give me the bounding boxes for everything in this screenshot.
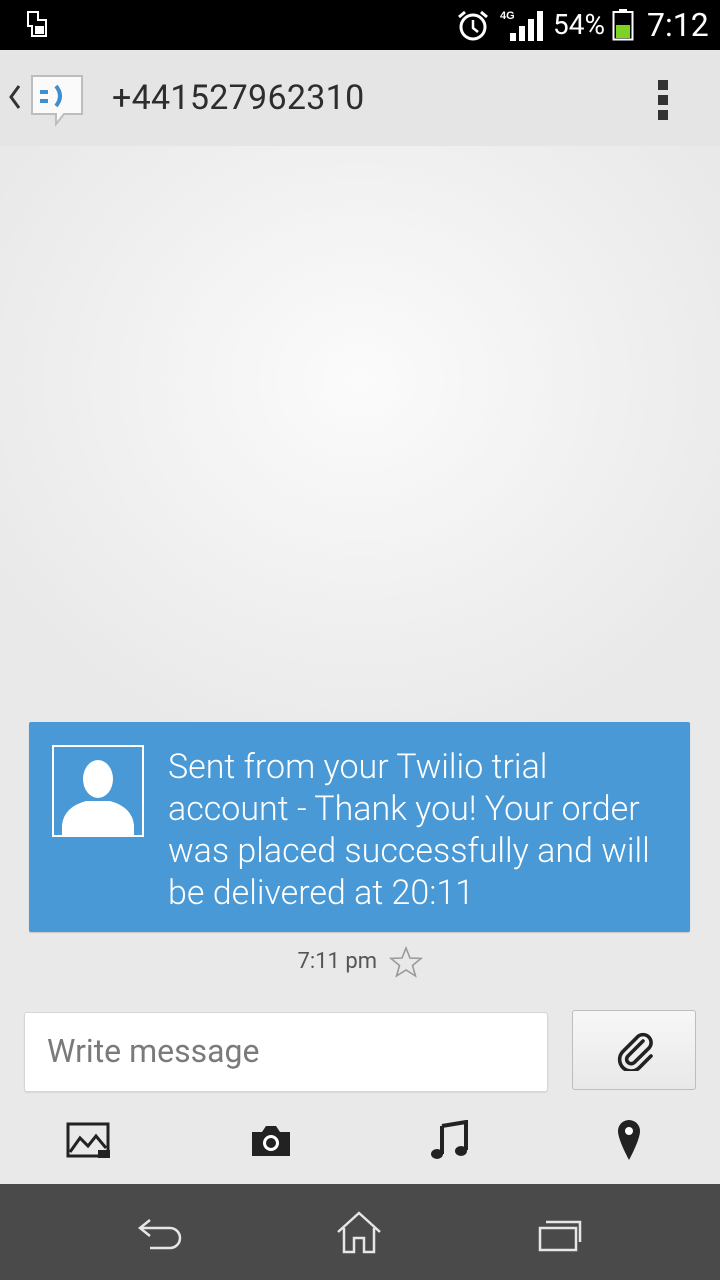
recents-icon[interactable] — [536, 1216, 584, 1252]
sd-card-icon — [27, 11, 47, 37]
camera-icon[interactable] — [250, 1120, 292, 1160]
attach-button[interactable] — [572, 1010, 696, 1090]
battery-icon — [612, 9, 634, 41]
contact-title: +441527962310 — [112, 78, 365, 118]
back-chevron-icon[interactable] — [8, 84, 22, 110]
navigation-bar — [0, 1184, 720, 1280]
home-icon[interactable] — [334, 1210, 384, 1254]
network-type-label: 4G — [500, 10, 515, 22]
messaging-app-icon[interactable] — [28, 72, 86, 128]
overflow-menu-icon[interactable] — [652, 76, 676, 124]
signal-icon: 4G — [500, 10, 543, 41]
message-meta: 7:11 pm — [0, 944, 720, 980]
message-bubble[interactable]: Sent from your Twilio trial account - Th… — [29, 722, 690, 932]
message-text: Sent from your Twilio trial account - Th… — [168, 747, 650, 913]
contact-avatar-icon[interactable] — [52, 745, 144, 837]
alarm-icon — [458, 10, 488, 41]
message-time: 7:11 pm — [297, 949, 378, 975]
status-time: 7:12 — [647, 6, 709, 44]
battery-percent: 54% — [553, 8, 605, 41]
paperclip-icon — [617, 1032, 653, 1071]
back-icon[interactable] — [136, 1216, 184, 1250]
music-icon[interactable] — [430, 1120, 470, 1160]
location-icon[interactable] — [616, 1118, 642, 1162]
conversation-area[interactable]: Sent from your Twilio trial account - Th… — [0, 146, 720, 1184]
conversation-header: +441527962310 — [0, 50, 720, 146]
star-icon[interactable] — [388, 946, 423, 978]
message-input-placeholder: Write message — [47, 1032, 260, 1070]
message-input[interactable]: Write message — [24, 1012, 548, 1092]
gallery-icon[interactable] — [66, 1120, 112, 1160]
status-bar: 4G 54% 7:12 — [0, 0, 720, 50]
